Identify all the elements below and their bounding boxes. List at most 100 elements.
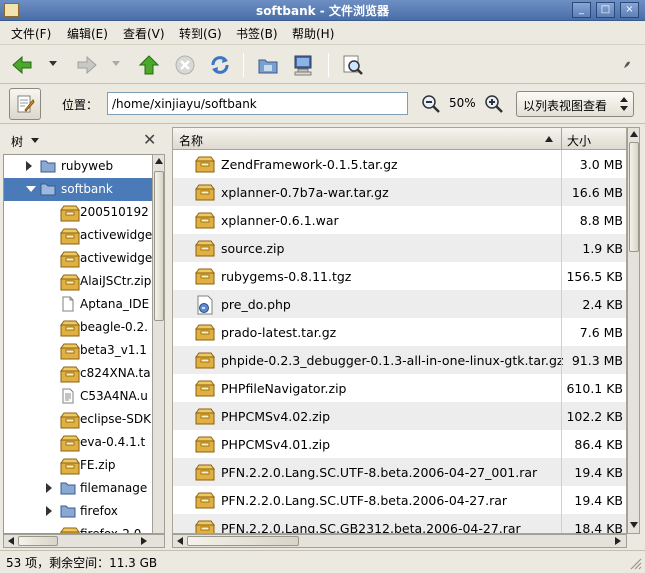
tree-item-label: C53A4NA.u (80, 389, 148, 403)
file-row[interactable]: source.zip 1.9 KB (173, 234, 626, 262)
computer-button[interactable] (290, 52, 316, 78)
sidebar: 树 ✕ rubyweb softbank 200510192 activewidge a… (3, 127, 165, 550)
title-bar[interactable]: softbank - 文件浏览器 _ □ × (0, 0, 645, 21)
toggle-location-entry-button[interactable] (9, 88, 41, 120)
tree-item[interactable]: softbank (4, 178, 152, 201)
menu-bookmarks[interactable]: 书签(B) (236, 25, 278, 42)
home-button[interactable] (255, 52, 281, 78)
menu-file[interactable]: 文件(F) (11, 25, 51, 42)
column-header-size[interactable]: 大小 (567, 132, 591, 149)
tree-item[interactable]: firefox (4, 500, 152, 523)
tree-item[interactable]: FE.zip (4, 454, 152, 477)
file-row[interactable]: PFN.2.2.0.Lang.SC.UTF-8.beta.2006-04-27_… (173, 458, 626, 486)
window-title: softbank - 文件浏览器 (256, 4, 389, 18)
tree-item[interactable]: firefox-2.0. (4, 523, 152, 533)
tree-item[interactable]: beta3_v1.1 (4, 339, 152, 362)
file-row[interactable]: xplanner-0.7b7a-war.tar.gz 16.6 MB (173, 178, 626, 206)
tree-item[interactable]: C53A4NA.u (4, 385, 152, 408)
list-scroll-thumb[interactable] (629, 142, 639, 252)
zoom-out-icon (422, 95, 440, 113)
menu-edit[interactable]: 编辑(E) (67, 25, 108, 42)
search-button[interactable] (340, 52, 366, 78)
forward-history-dropdown[interactable] (112, 61, 120, 66)
back-history-dropdown[interactable] (49, 61, 57, 66)
tree-item[interactable]: activewidge (4, 247, 152, 270)
file-size: 102.2 KB (566, 409, 623, 424)
zoom-in-button[interactable] (484, 94, 504, 114)
column-header-name[interactable]: 名称 (179, 132, 203, 149)
tree-item[interactable]: AlaiJSCtr.zip (4, 270, 152, 293)
column-separator (561, 514, 562, 533)
file-row[interactable]: PFN.2.2.0.Lang.SC.GB2312.beta.2006-04-27… (173, 514, 626, 533)
reload-button[interactable] (207, 52, 233, 78)
tree-item[interactable]: beagle-0.2. (4, 316, 152, 339)
menu-view[interactable]: 查看(V) (123, 25, 165, 42)
tree-scroll-thumb[interactable] (154, 171, 164, 321)
scroll-left-icon[interactable] (7, 537, 15, 545)
file-row[interactable]: rubygems-0.8.11.tgz 156.5 KB (173, 262, 626, 290)
location-input[interactable] (107, 92, 408, 115)
file-row[interactable]: prado-latest.tar.gz 7.6 MB (173, 318, 626, 346)
sidebar-type-selector[interactable]: 树 (11, 133, 23, 150)
scroll-right-icon[interactable] (140, 537, 148, 545)
expander-open-icon[interactable] (26, 186, 36, 192)
zoom-out-button[interactable] (421, 94, 441, 114)
scroll-up-icon[interactable] (155, 157, 163, 165)
file-row[interactable]: PFN.2.2.0.Lang.SC.UTF-8.beta.2006-04-27.… (173, 486, 626, 514)
chevron-down-icon[interactable] (31, 138, 39, 143)
tree-item[interactable]: eclipse-SDK (4, 408, 152, 431)
tree-hscroll-thumb[interactable] (18, 536, 58, 546)
minimize-button[interactable]: _ (572, 2, 591, 18)
forward-button[interactable] (74, 52, 100, 78)
maximize-button[interactable]: □ (596, 2, 615, 18)
column-divider[interactable] (561, 128, 562, 150)
list-vertical-scrollbar[interactable] (627, 127, 640, 534)
file-size: 7.6 MB (579, 325, 623, 340)
up-button[interactable] (136, 52, 162, 78)
package-icon (195, 463, 215, 481)
menu-help[interactable]: 帮助(H) (292, 25, 334, 42)
stop-button[interactable] (172, 52, 198, 78)
file-row[interactable]: phpide-0.2.3_debugger-0.1.3-all-in-one-l… (173, 346, 626, 374)
tree-item[interactable]: Aptana_IDE (4, 293, 152, 316)
zoom-in-icon (485, 95, 503, 113)
tree-item[interactable]: c824XNA.ta (4, 362, 152, 385)
tree-item[interactable]: 200510192 (4, 201, 152, 224)
file-row[interactable]: pre_do.php 2.4 KB (173, 290, 626, 318)
file-row[interactable]: PHPfileNavigator.zip 610.1 KB (173, 374, 626, 402)
list-hscroll-thumb[interactable] (187, 536, 299, 546)
tree-vertical-scrollbar[interactable] (152, 154, 165, 534)
file-row[interactable]: PHPCMSv4.02.zip 102.2 KB (173, 402, 626, 430)
file-row[interactable]: ZendFramework-0.1.5.tar.gz 3.0 MB (173, 150, 626, 178)
file-name: source.zip (221, 241, 285, 256)
close-button[interactable]: × (620, 2, 639, 18)
scroll-down-icon[interactable] (630, 521, 638, 529)
close-icon[interactable]: ✕ (143, 130, 156, 149)
scroll-left-icon[interactable] (176, 537, 184, 545)
expander-closed-icon[interactable] (46, 506, 52, 516)
file-row[interactable]: PHPCMSv4.01.zip 86.4 KB (173, 430, 626, 458)
tree-item[interactable]: eva-0.4.1.t (4, 431, 152, 454)
tree-view: rubyweb softbank 200510192 activewidge activ… (3, 154, 153, 534)
menu-go[interactable]: 转到(G) (179, 25, 222, 42)
back-button[interactable] (9, 52, 35, 78)
tree-item[interactable]: activewidge (4, 224, 152, 247)
tree-item[interactable]: filemanage (4, 477, 152, 500)
package-icon (195, 379, 215, 397)
package-icon (195, 323, 215, 341)
resize-grip-icon[interactable] (628, 556, 642, 570)
list-horizontal-scrollbar[interactable] (172, 534, 627, 548)
scroll-right-icon[interactable] (614, 537, 622, 545)
tree-item-label: eclipse-SDK (80, 412, 151, 426)
expander-closed-icon[interactable] (26, 161, 32, 171)
view-mode-select[interactable]: 以列表视图查看 (516, 91, 634, 117)
column-separator (561, 458, 562, 486)
location-label: 位置： (62, 98, 99, 112)
forward-arrow-icon (77, 55, 97, 75)
tree-item[interactable]: rubyweb (4, 155, 152, 178)
expander-closed-icon[interactable] (46, 483, 52, 493)
tree-horizontal-scrollbar[interactable] (3, 534, 165, 548)
scroll-up-icon[interactable] (630, 130, 638, 138)
file-name: PHPCMSv4.02.zip (221, 409, 331, 424)
file-row[interactable]: xplanner-0.6.1.war 8.8 MB (173, 206, 626, 234)
